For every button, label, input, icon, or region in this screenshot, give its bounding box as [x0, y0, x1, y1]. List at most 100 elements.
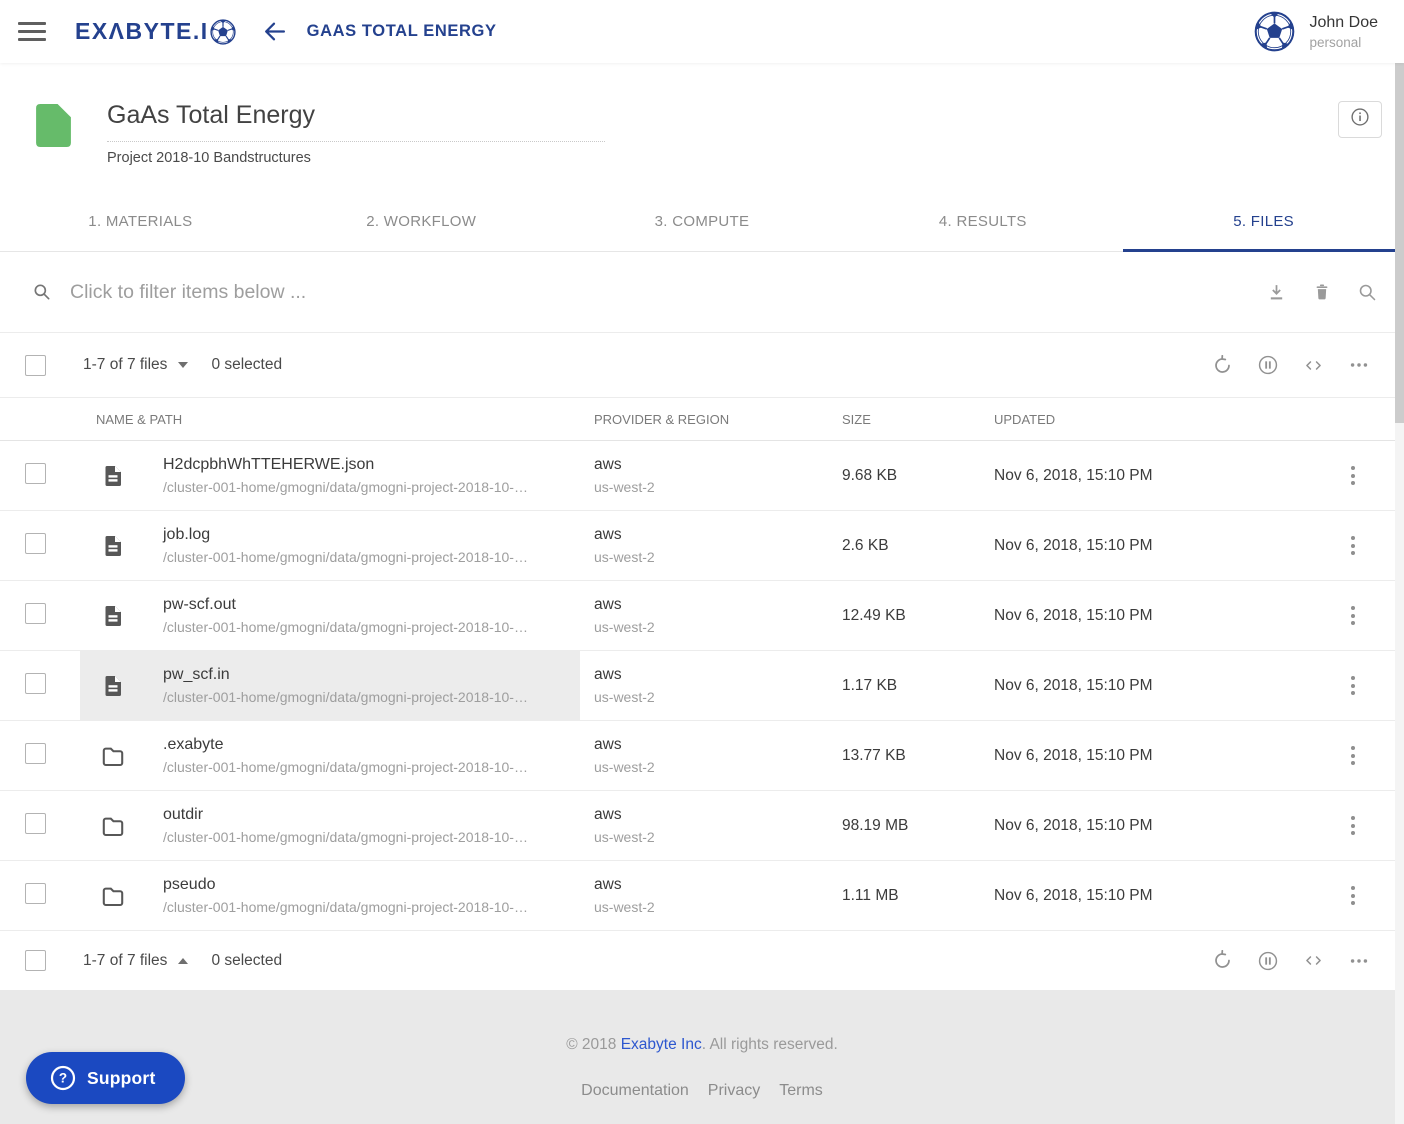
row-menu-button[interactable]	[1345, 812, 1361, 839]
file-size: 12.49 KB	[830, 607, 980, 625]
scrollbar-thumb[interactable]	[1395, 63, 1404, 423]
file-icon	[100, 534, 126, 558]
code-button[interactable]	[1303, 355, 1324, 376]
provider-region: us-west-2	[594, 549, 830, 565]
file-name[interactable]: outdir	[163, 806, 528, 824]
pagination-range-bottom[interactable]: 1-7 of 7 files	[83, 952, 188, 970]
file-name[interactable]: job.log	[163, 526, 528, 544]
selected-count: 0 selected	[211, 356, 282, 374]
table-row[interactable]: pw_scf.in /cluster-001-home/gmogni/data/…	[0, 651, 1404, 721]
support-label: Support	[87, 1068, 155, 1089]
column-provider-region[interactable]: PROVIDER & REGION	[580, 412, 830, 427]
column-updated[interactable]: UPDATED	[980, 412, 1230, 427]
footer-link-documentation[interactable]: Documentation	[581, 1082, 689, 1100]
table-row[interactable]: pseudo /cluster-001-home/gmogni/data/gmo…	[0, 861, 1404, 931]
refresh-button[interactable]	[1212, 355, 1233, 376]
file-name[interactable]: H2dcpbhWhTTEHERWE.json	[163, 456, 528, 474]
logo[interactable]: EXΛBYTE.I	[75, 18, 236, 45]
info-button[interactable]	[1338, 101, 1382, 138]
provider-name: aws	[594, 666, 830, 684]
row-checkbox[interactable]	[25, 603, 46, 624]
row-menu-button[interactable]	[1345, 602, 1361, 629]
row-menu-button[interactable]	[1345, 672, 1361, 699]
table-row[interactable]: pw-scf.out /cluster-001-home/gmogni/data…	[0, 581, 1404, 651]
provider-name: aws	[594, 806, 830, 824]
download-button[interactable]	[1266, 282, 1287, 303]
footer-link-terms[interactable]: Terms	[779, 1082, 823, 1100]
back-arrow-icon[interactable]	[262, 19, 287, 44]
user-account: personal	[1310, 35, 1379, 50]
avatar[interactable]	[1254, 11, 1295, 52]
row-checkbox[interactable]	[25, 813, 46, 834]
company-link[interactable]: Exabyte Inc	[621, 1036, 702, 1053]
select-all-checkbox[interactable]	[25, 355, 46, 376]
tab-workflow[interactable]: 2. WORKFLOW	[281, 192, 562, 251]
page-subtitle: Project 2018-10 Bandstructures	[107, 150, 605, 166]
column-size[interactable]: SIZE	[830, 412, 980, 427]
file-name[interactable]: .exabyte	[163, 736, 528, 754]
tab-bar: 1. MATERIALS 2. WORKFLOW 3. COMPUTE 4. R…	[0, 192, 1404, 252]
more-button[interactable]	[1348, 354, 1370, 376]
file-path: /cluster-001-home/gmogni/data/gmogni-pro…	[163, 549, 528, 565]
delete-button[interactable]	[1312, 282, 1332, 302]
column-name-path[interactable]: NAME & PATH	[80, 412, 580, 427]
row-checkbox[interactable]	[25, 533, 46, 554]
file-updated: Nov 6, 2018, 15:10 PM	[980, 887, 1230, 905]
row-menu-button[interactable]	[1345, 742, 1361, 769]
file-name[interactable]: pseudo	[163, 876, 528, 894]
provider-region: us-west-2	[594, 759, 830, 775]
file-path: /cluster-001-home/gmogni/data/gmogni-pro…	[163, 899, 528, 915]
logo-text: EXΛBYTE.I	[75, 18, 209, 45]
select-all-checkbox-bottom[interactable]	[25, 950, 46, 971]
table-row[interactable]: .exabyte /cluster-001-home/gmogni/data/g…	[0, 721, 1404, 791]
footer: © 2018 Exabyte Inc. All rights reserved.…	[0, 990, 1404, 1124]
file-path: /cluster-001-home/gmogni/data/gmogni-pro…	[163, 619, 528, 635]
row-menu-button[interactable]	[1345, 882, 1361, 909]
svg-text:?: ?	[59, 1071, 67, 1086]
file-icon	[100, 674, 126, 698]
file-size: 98.19 MB	[830, 817, 980, 835]
row-checkbox[interactable]	[25, 463, 46, 484]
file-path: /cluster-001-home/gmogni/data/gmogni-pro…	[163, 829, 528, 845]
row-checkbox[interactable]	[25, 743, 46, 764]
provider-name: aws	[594, 526, 830, 544]
footer-link-privacy[interactable]: Privacy	[708, 1082, 760, 1100]
pagination-range[interactable]: 1-7 of 7 files	[83, 356, 188, 374]
provider-name: aws	[594, 876, 830, 894]
file-name[interactable]: pw_scf.in	[163, 666, 528, 684]
list-toolbar-bottom: 1-7 of 7 files 0 selected	[0, 931, 1404, 990]
support-button[interactable]: ? Support	[26, 1052, 185, 1104]
tab-materials[interactable]: 1. MATERIALS	[0, 192, 281, 251]
code-button-bottom[interactable]	[1303, 950, 1324, 971]
caret-down-icon	[178, 362, 188, 368]
row-checkbox[interactable]	[25, 673, 46, 694]
app-bar: EXΛBYTE.I GAAS TOTA	[0, 0, 1404, 63]
tab-results[interactable]: 4. RESULTS	[842, 192, 1123, 251]
table-row[interactable]: job.log /cluster-001-home/gmogni/data/gm…	[0, 511, 1404, 581]
file-icon	[100, 604, 126, 628]
provider-name: aws	[594, 736, 830, 754]
help-icon: ?	[50, 1065, 76, 1091]
row-menu-button[interactable]	[1345, 462, 1361, 489]
tab-compute[interactable]: 3. COMPUTE	[562, 192, 843, 251]
tab-files[interactable]: 5. FILES	[1123, 192, 1404, 251]
row-checkbox[interactable]	[25, 883, 46, 904]
file-icon	[100, 464, 126, 488]
menu-icon[interactable]	[18, 22, 46, 41]
file-size: 1.17 KB	[830, 677, 980, 695]
table-row[interactable]: outdir /cluster-001-home/gmogni/data/gmo…	[0, 791, 1404, 861]
user-menu[interactable]: John Doe personal	[1310, 14, 1379, 50]
page-title[interactable]: GaAs Total Energy	[107, 101, 605, 142]
provider-name: aws	[594, 456, 830, 474]
row-menu-button[interactable]	[1345, 532, 1361, 559]
pause-button[interactable]	[1257, 354, 1279, 376]
more-button-bottom[interactable]	[1348, 950, 1370, 972]
table-row[interactable]: H2dcpbhWhTTEHERWE.json /cluster-001-home…	[0, 441, 1404, 511]
scrollbar[interactable]	[1395, 63, 1404, 1124]
search-button[interactable]	[1357, 282, 1378, 303]
search-icon	[32, 282, 52, 302]
filter-input[interactable]: Click to filter items below ...	[70, 281, 1266, 304]
refresh-button-bottom[interactable]	[1212, 950, 1233, 971]
file-name[interactable]: pw-scf.out	[163, 596, 528, 614]
pause-button-bottom[interactable]	[1257, 950, 1279, 972]
